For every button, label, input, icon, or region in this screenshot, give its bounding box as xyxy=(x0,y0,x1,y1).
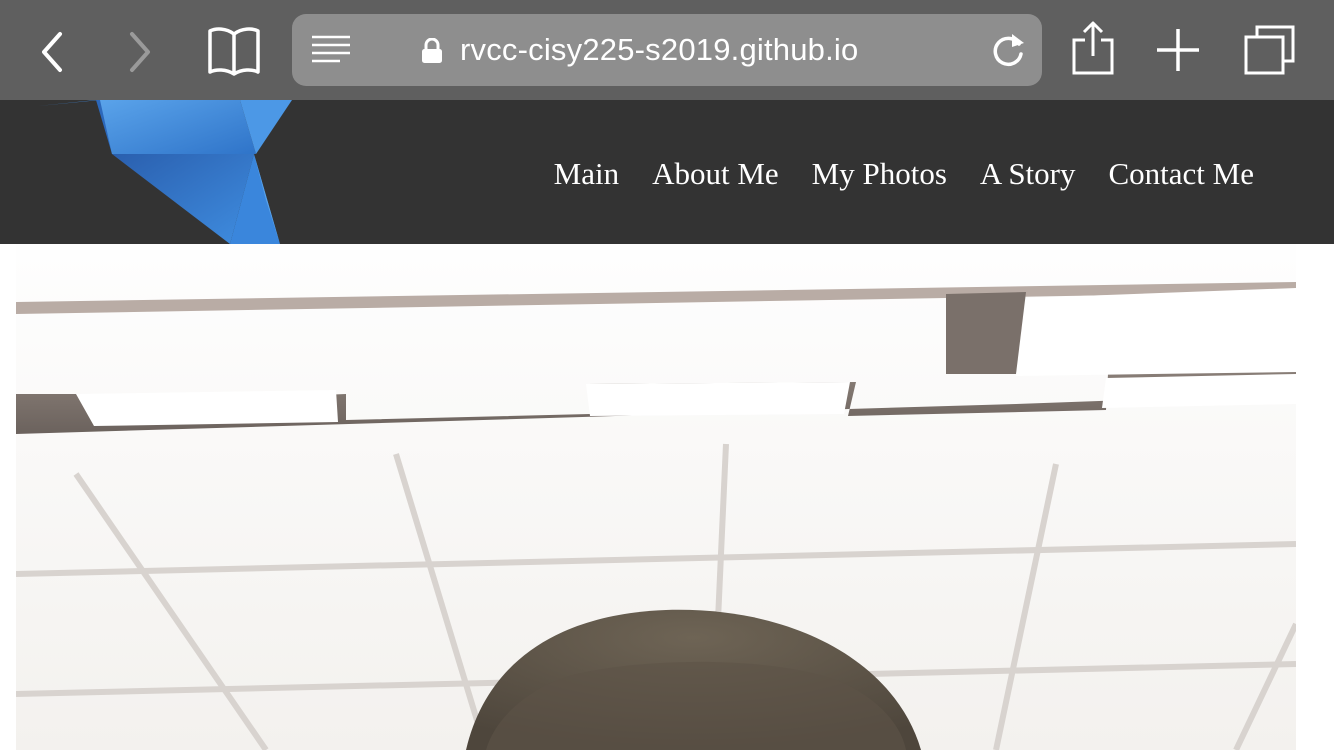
nav-item-contact-me[interactable]: Contact Me xyxy=(1109,152,1255,196)
new-tab-icon[interactable] xyxy=(1155,27,1201,73)
tabs-icon[interactable] xyxy=(1243,24,1297,76)
reload-icon[interactable] xyxy=(988,30,1028,75)
forward-icon[interactable] xyxy=(118,30,162,74)
nav-item-main[interactable]: Main xyxy=(554,152,619,196)
lock-icon xyxy=(420,37,444,69)
bookmarks-icon[interactable] xyxy=(206,24,262,76)
profile-photo xyxy=(16,244,1296,750)
main-nav: Main About Me My Photos A Story Contact … xyxy=(554,152,1254,196)
back-icon[interactable] xyxy=(30,30,74,74)
site-header: Main About Me My Photos A Story Contact … xyxy=(0,100,1334,244)
nav-item-about-me[interactable]: About Me xyxy=(652,152,779,196)
nav-item-a-story[interactable]: A Story xyxy=(980,152,1076,196)
logo[interactable] xyxy=(0,100,300,249)
url-text: rvcc-cisy225-s2019.github.io xyxy=(460,32,859,67)
share-icon[interactable] xyxy=(1070,20,1116,76)
address-bar[interactable]: rvcc-cisy225-s2019.github.io xyxy=(292,14,1042,86)
reader-icon[interactable] xyxy=(310,34,352,71)
browser-toolbar: rvcc-cisy225-s2019.github.io xyxy=(0,0,1334,100)
nav-item-my-photos[interactable]: My Photos xyxy=(812,152,947,196)
